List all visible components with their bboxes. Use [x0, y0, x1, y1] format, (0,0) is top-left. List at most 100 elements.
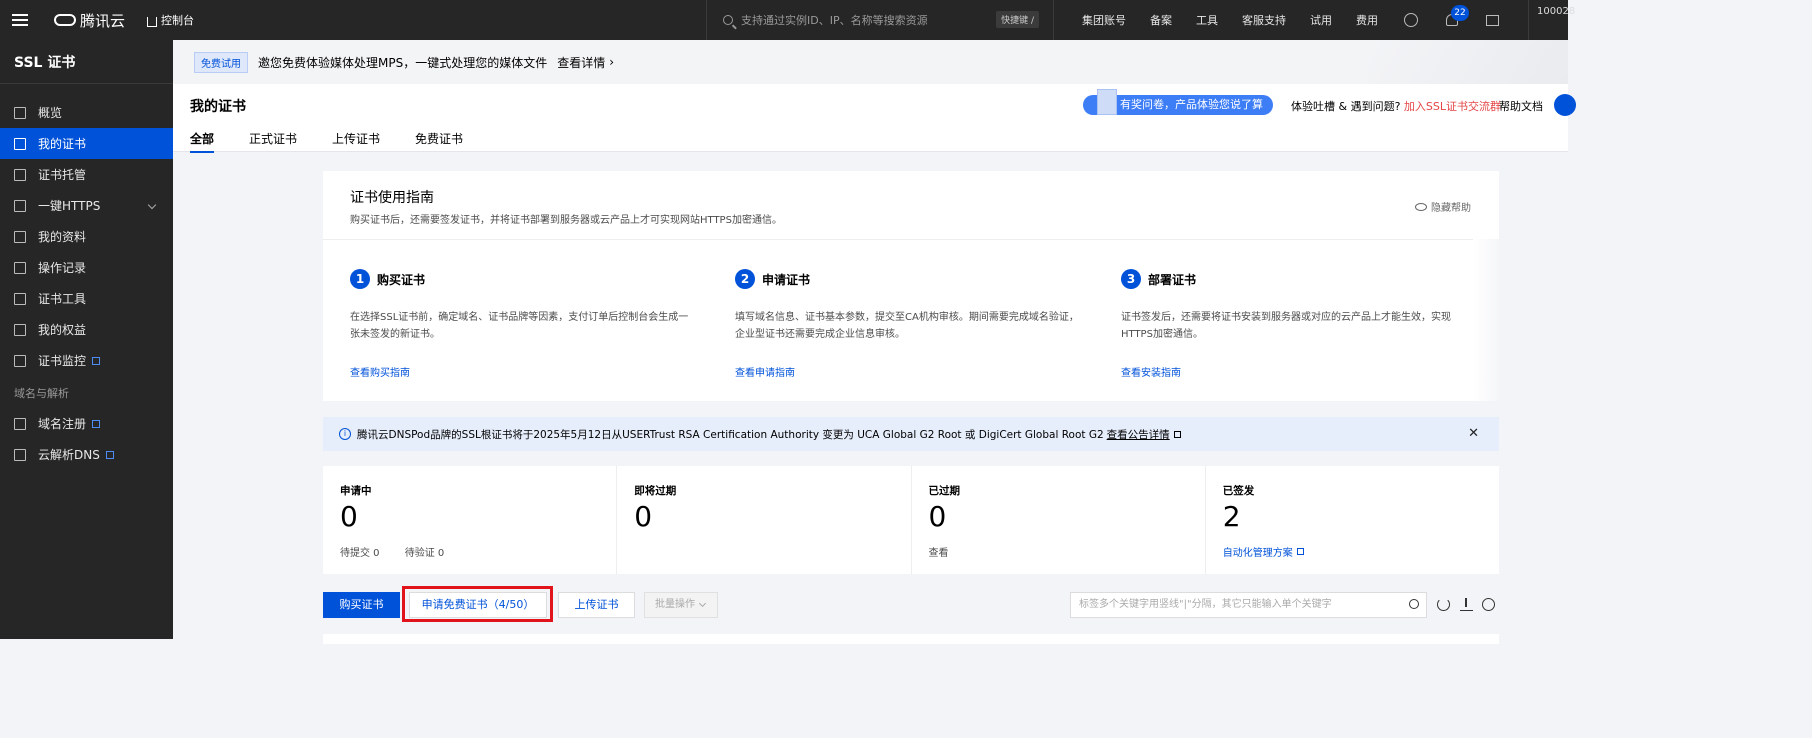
menu-icon[interactable]: [0, 0, 40, 40]
sidebar-item-label: 我的权益: [38, 323, 87, 337]
help-doc-link[interactable]: 帮助文档: [1499, 98, 1543, 114]
upload-certificate-button[interactable]: 上传证书: [558, 592, 635, 618]
sidebar-group-label: 域名与解析: [14, 387, 69, 400]
step-title: 申请证书: [762, 272, 811, 287]
survey-label: 有奖问卷，产品体验您说了算: [1120, 98, 1263, 111]
hosting-icon: [14, 168, 26, 181]
notice-link[interactable]: 查看公告详情: [1107, 427, 1170, 442]
sidebar-item-label: 证书托管: [38, 168, 87, 182]
cart-icon[interactable]: [1486, 14, 1499, 26]
brand-name: 腾讯云: [80, 11, 126, 30]
main-content: 免费试用 邀您免费体验媒体处理MPS，一键式处理您的媒体文件 查看详情 › 我的…: [173, 40, 1576, 644]
stat-value[interactable]: 0: [340, 498, 616, 536]
document-icon: [1097, 89, 1117, 115]
dns-icon: [14, 448, 26, 461]
log-icon: [14, 261, 26, 274]
apply-guide-link[interactable]: 查看申请指南: [735, 364, 795, 379]
hide-help-label: 隐藏帮助: [1431, 203, 1471, 214]
batch-operation-dropdown[interactable]: 批量操作: [644, 592, 718, 618]
sidebar-item-label: 我的资料: [38, 230, 87, 244]
sidebar-item-cert-monitor[interactable]: 证书监控: [0, 345, 173, 376]
stat-value[interactable]: 0: [929, 498, 1205, 536]
external-link-icon: [105, 450, 114, 459]
sidebar-item-my-info[interactable]: 我的资料: [0, 221, 173, 252]
external-link-icon: [1296, 548, 1304, 555]
stat-value[interactable]: 0: [634, 498, 910, 536]
nav-filing[interactable]: 备案: [1150, 12, 1172, 28]
step-number: 1: [350, 269, 370, 289]
refresh-icon[interactable]: [1437, 598, 1450, 611]
sidebar-item-domain-registration[interactable]: 域名注册: [0, 408, 173, 439]
sidebar-item-operation-log[interactable]: 操作记录: [0, 252, 173, 283]
install-guide-link[interactable]: 查看安装指南: [1121, 364, 1181, 379]
assistant-icon[interactable]: [1404, 13, 1418, 27]
guide-subtitle: 购买证书后，还需要签发证书，并将证书部署到服务器或云产品上才可实现网站HTTPS…: [350, 215, 782, 226]
step-description: 在选择SSL证书前，确定域名、证书品牌等因素，支付订单后控制台会生成一 张未签发…: [350, 309, 710, 343]
global-search[interactable]: 支持通过实例ID、IP、名称等搜索资源 快捷键 /: [706, 0, 1054, 40]
step-description-line: 证书签发后，还需要将证书安装到服务器或对应的云产品上才能生效，实现: [1121, 312, 1451, 323]
notification-badge: 22: [1451, 5, 1469, 21]
sidebar-item-one-click-https[interactable]: 一键HTTPS: [0, 190, 173, 221]
console-link[interactable]: 控制台: [147, 12, 194, 28]
eye-off-icon: [1415, 202, 1427, 211]
stat-pending-verify[interactable]: 待验证 0: [405, 548, 445, 559]
step-description-line: 在选择SSL证书前，确定域名、证书品牌等因素，支付订单后控制台会生成一: [350, 312, 689, 323]
step-description-line: HTTPS加密通信。: [1121, 329, 1203, 340]
tab-formal[interactable]: 正式证书: [249, 130, 297, 153]
promo-text: 邀您免费体验媒体处理MPS，一键式处理您的媒体文件: [258, 55, 548, 70]
assistant-avatar[interactable]: [1554, 94, 1576, 116]
sidebar-item-hosting[interactable]: 证书托管: [0, 159, 173, 190]
tab-uploaded[interactable]: 上传证书: [332, 130, 380, 153]
nav-trial[interactable]: 试用: [1310, 12, 1332, 28]
stat-label: 申请中: [340, 485, 372, 497]
account-id[interactable]: 100028: [1528, 0, 1575, 40]
cert-table: [323, 634, 1499, 644]
automation-link[interactable]: 自动化管理方案: [1223, 544, 1499, 559]
promo-link[interactable]: 查看详情: [557, 54, 605, 71]
view-expired-link[interactable]: 查看: [929, 548, 949, 559]
download-icon[interactable]: [1460, 598, 1473, 611]
settings-icon[interactable]: [1482, 598, 1495, 611]
sliders-icon: [14, 199, 26, 212]
stat-value[interactable]: 2: [1223, 498, 1499, 536]
hide-help-button[interactable]: 隐藏帮助: [1415, 199, 1471, 214]
stat-pending-submit[interactable]: 待提交 0: [340, 548, 380, 559]
external-link-icon: [1173, 430, 1181, 438]
bell-icon[interactable]: 22: [1446, 5, 1469, 26]
nav-tools[interactable]: 工具: [1196, 12, 1218, 28]
buy-certificate-button[interactable]: 购买证书: [323, 592, 400, 618]
notice-text: 腾讯云DNSPod品牌的SSL根证书将于2025年5月12日从USERTrust…: [357, 428, 1104, 441]
cert-stats: 申请中 0 待提交 0 待验证 0 即将过期 0 已过期 0 查看 已签发 2 …: [323, 466, 1499, 574]
tool-icon: [14, 292, 26, 305]
sidebar: SSL 证书 概览 我的证书 证书托管 一键HTTPS 我的资料 操作记录 证书…: [0, 40, 173, 639]
shortcut-hint: 快捷键 /: [996, 11, 1039, 28]
search-icon[interactable]: [1409, 599, 1419, 609]
buy-guide-link[interactable]: 查看购买指南: [350, 364, 410, 379]
step-description-line: 张未签发的新证书。: [350, 329, 440, 340]
brand-logo[interactable]: 腾讯云: [54, 10, 125, 31]
filter-input[interactable]: 标签多个关键字用竖线"|"分隔，其它只能输入单个关键字: [1070, 592, 1427, 618]
feedback-prefix: 体验吐槽 & 遇到问题?: [1291, 100, 1401, 113]
guide-step-deploy: 3 部署证书 证书签发后，还需要将证书安装到服务器或对应的云产品上才能生效，实现…: [1121, 269, 1481, 379]
tab-free[interactable]: 免费证书: [415, 130, 463, 153]
nav-group-account[interactable]: 集团账号: [1082, 12, 1126, 28]
sidebar-item-label: 域名注册: [38, 417, 87, 431]
guide-title: 证书使用指南: [350, 190, 434, 206]
page-header: 我的证书 有奖问卷，产品体验您说了算 体验吐槽 & 遇到问题? 加入SSL证书交…: [173, 84, 1576, 153]
sidebar-item-label: 操作记录: [38, 261, 87, 275]
sidebar-item-label: 我的证书: [38, 137, 87, 151]
sidebar-item-cloud-dns[interactable]: 云解析DNS: [0, 439, 173, 470]
step-description-line: 填写域名信息、证书基本参数，提交至CA机构审核。期间需要完成域名验证，: [735, 312, 1079, 323]
sidebar-item-overview[interactable]: 概览: [0, 97, 173, 128]
folder-icon: [14, 230, 26, 243]
info-icon: i: [339, 428, 351, 440]
join-group-link[interactable]: 加入SSL证书交流群: [1404, 100, 1501, 113]
survey-banner[interactable]: 有奖问卷，产品体验您说了算: [1083, 89, 1273, 115]
tab-all[interactable]: 全部: [190, 130, 215, 153]
close-icon[interactable]: ✕: [1468, 426, 1479, 441]
sidebar-item-my-benefits[interactable]: 我的权益: [0, 314, 173, 345]
nav-billing[interactable]: 费用: [1356, 12, 1378, 28]
sidebar-item-my-certificates[interactable]: 我的证书: [0, 128, 173, 159]
nav-support[interactable]: 客服支持: [1242, 12, 1286, 28]
sidebar-item-cert-tools[interactable]: 证书工具: [0, 283, 173, 314]
